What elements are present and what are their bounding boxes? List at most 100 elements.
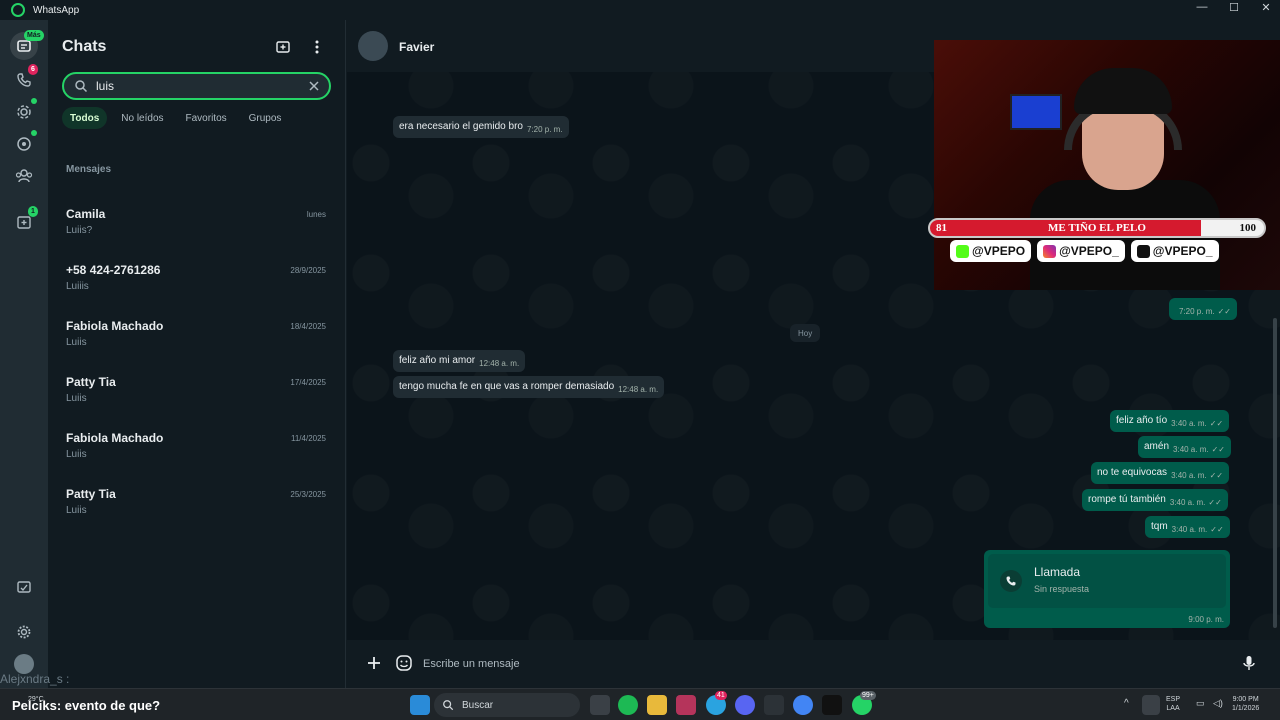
menu-button[interactable] [308, 38, 326, 56]
notification-badge: 99+ [860, 691, 876, 700]
result-name: Fabiola Machado [66, 431, 164, 445]
search-result[interactable]: +58 424-2761286 Luiiis 28/9/2025 [48, 254, 346, 306]
result-name: Patty Tia [66, 487, 116, 501]
tray-mic-icon[interactable] [1142, 695, 1160, 715]
message-time: 12:48 a. m. [479, 359, 520, 368]
whatsapp-logo-icon [11, 3, 25, 17]
clock[interactable]: 9:00 PM 1/1/2026 [1232, 695, 1259, 713]
kick-app-icon[interactable] [764, 695, 784, 715]
rail-meta-ai-button[interactable] [12, 576, 36, 600]
clock-date: 1/1/2026 [1232, 705, 1260, 712]
contact-name[interactable]: Favier [399, 40, 434, 54]
message-incoming[interactable]: tengo mucha fe en que vas a romper demas… [393, 376, 665, 398]
message-time: 7:20 p. m. [526, 125, 563, 134]
clock-time: 9:00 PM [1232, 696, 1259, 703]
message-incoming[interactable]: era necesario el gemido bro 7:20 p. m. [393, 116, 569, 138]
message-outgoing[interactable]: feliz año tío 3:40 a. m. ✓✓ [1110, 410, 1230, 432]
minimize-button[interactable]: — [1186, 0, 1218, 14]
search-result[interactable]: Patty Tia Luiis 25/3/2025 [48, 478, 346, 530]
search-result[interactable]: Fabiola Machado Luiis 18/4/2025 [48, 310, 346, 362]
result-date: 25/3/2025 [290, 490, 326, 499]
message-outgoing[interactable]: amén 3:40 a. m. ✓✓ [1138, 436, 1231, 458]
tiktok-app-icon[interactable] [822, 695, 842, 715]
read-ticks-icon: ✓✓ [1211, 445, 1225, 454]
message-outgoing[interactable]: rompe tú también 3:40 a. m. ✓✓ [1082, 489, 1228, 511]
tiktok-handle-text: @VPEPO_ [1152, 244, 1213, 258]
call-message[interactable]: Llamada Sin respuesta 9:00 p. m. [984, 550, 1230, 628]
calls-badge: 6 [28, 64, 38, 75]
phone-icon [17, 73, 31, 87]
app-icon[interactable] [676, 695, 696, 715]
title-bar: WhatsApp — ☐ ✕ [0, 0, 1280, 20]
result-preview: Luiis [66, 393, 87, 404]
result-date: 28/9/2025 [290, 266, 326, 275]
kick-handle: @VPEPO [950, 240, 1032, 262]
kick-icon [956, 244, 969, 258]
message-incoming[interactable]: feliz año mi amor 12:48 a. m. [393, 350, 526, 372]
search-result[interactable]: Camila Luiis? lunes [48, 198, 346, 250]
message-text: rompe tú también [1088, 494, 1166, 505]
background-monitor [1010, 94, 1062, 130]
filter-unread[interactable]: No leídos [113, 107, 171, 129]
tray-chevron-icon[interactable]: ^ [1124, 699, 1129, 709]
maximize-button[interactable]: ☐ [1218, 0, 1250, 14]
chat-scrollbar[interactable] [1273, 318, 1277, 628]
discord-icon[interactable] [735, 695, 755, 715]
search-result[interactable]: Patty Tia Luiis 17/4/2025 [48, 366, 346, 418]
instagram-handle: @VPEPO_ [1037, 240, 1125, 262]
status-dot [31, 98, 37, 104]
new-chat-button[interactable] [274, 38, 292, 56]
windows-start-icon[interactable] [410, 695, 430, 715]
result-date: 18/4/2025 [290, 322, 326, 331]
volume-icon[interactable]: ◁) [1213, 699, 1223, 708]
day-separator: Hoy [790, 324, 821, 342]
spotify-icon[interactable] [618, 695, 638, 715]
message-text: amén [1144, 441, 1170, 452]
windows-taskbar: 29°C Buscar 41 99+ ^ ESP LAA ▭ ◁) 9:00 PM… [0, 688, 1280, 720]
chrome-icon[interactable] [793, 695, 813, 715]
search-box[interactable] [62, 72, 331, 100]
clear-search-icon[interactable] [307, 79, 321, 93]
emoji-icon[interactable] [395, 654, 413, 672]
new-chat-icon [276, 41, 290, 53]
chat-list-panel: Chats Todos No leídos Favoritos Grupos M… [48, 20, 346, 688]
app-root: WhatsApp — ☐ ✕ Más 6 1 Chats luis Todos … [0, 0, 1280, 720]
call-card-body[interactable]: Llamada Sin respuesta [988, 554, 1226, 608]
microphone-icon[interactable] [1240, 654, 1258, 672]
call-time: 9:00 p. m. [1188, 615, 1224, 624]
search-result[interactable]: Fabiola Machado Luiis 11/4/2025 [48, 422, 346, 474]
result-preview: Luiis [66, 505, 87, 516]
attach-plus-icon[interactable] [365, 654, 383, 672]
filter-groups[interactable]: Grupos [241, 107, 290, 129]
task-view-icon[interactable] [590, 695, 610, 715]
rail-settings-button[interactable] [12, 620, 36, 644]
tiktok-handle: @VPEPO_ [1130, 240, 1219, 262]
message-input[interactable] [423, 652, 1223, 676]
read-ticks-icon: ✓✓ [1217, 307, 1231, 316]
rail-communities-button[interactable] [12, 164, 36, 188]
search-input[interactable] [96, 78, 296, 94]
call-status: Sin respuesta [1034, 584, 1090, 594]
network-icon[interactable]: ▭ [1196, 699, 1205, 708]
communities-badge: 1 [28, 206, 38, 217]
filter-favorites[interactable]: Favoritos [178, 107, 235, 129]
instagram-icon [1043, 244, 1057, 258]
message-outgoing[interactable]: no te equivocas 3:40 a. m. ✓✓ [1091, 462, 1230, 484]
language-indicator[interactable]: ESP LAA [1166, 695, 1180, 713]
message-outgoing[interactable]: 7:20 p. m. ✓✓ [1169, 298, 1237, 320]
read-ticks-icon: ✓✓ [1209, 419, 1224, 428]
taskbar-search[interactable]: Buscar [434, 693, 580, 717]
result-name: +58 424-2761286 [66, 263, 161, 277]
more-vertical-icon [315, 40, 319, 54]
close-window-button[interactable]: ✕ [1250, 0, 1280, 14]
feedback-icon [17, 581, 31, 593]
message-outgoing[interactable]: tqm 3:40 a. m. ✓✓ [1145, 516, 1230, 538]
file-explorer-icon[interactable] [647, 695, 667, 715]
read-ticks-icon: ✓✓ [1209, 471, 1224, 480]
filter-all[interactable]: Todos [62, 107, 108, 129]
panel-title: Chats [62, 38, 107, 55]
filter-chips: Todos No leídos Favoritos Grupos [62, 107, 289, 129]
contact-avatar[interactable] [358, 31, 388, 61]
kick-handle-text: @VPEPO [972, 244, 1026, 258]
taskbar-search-label: Buscar [462, 699, 494, 711]
